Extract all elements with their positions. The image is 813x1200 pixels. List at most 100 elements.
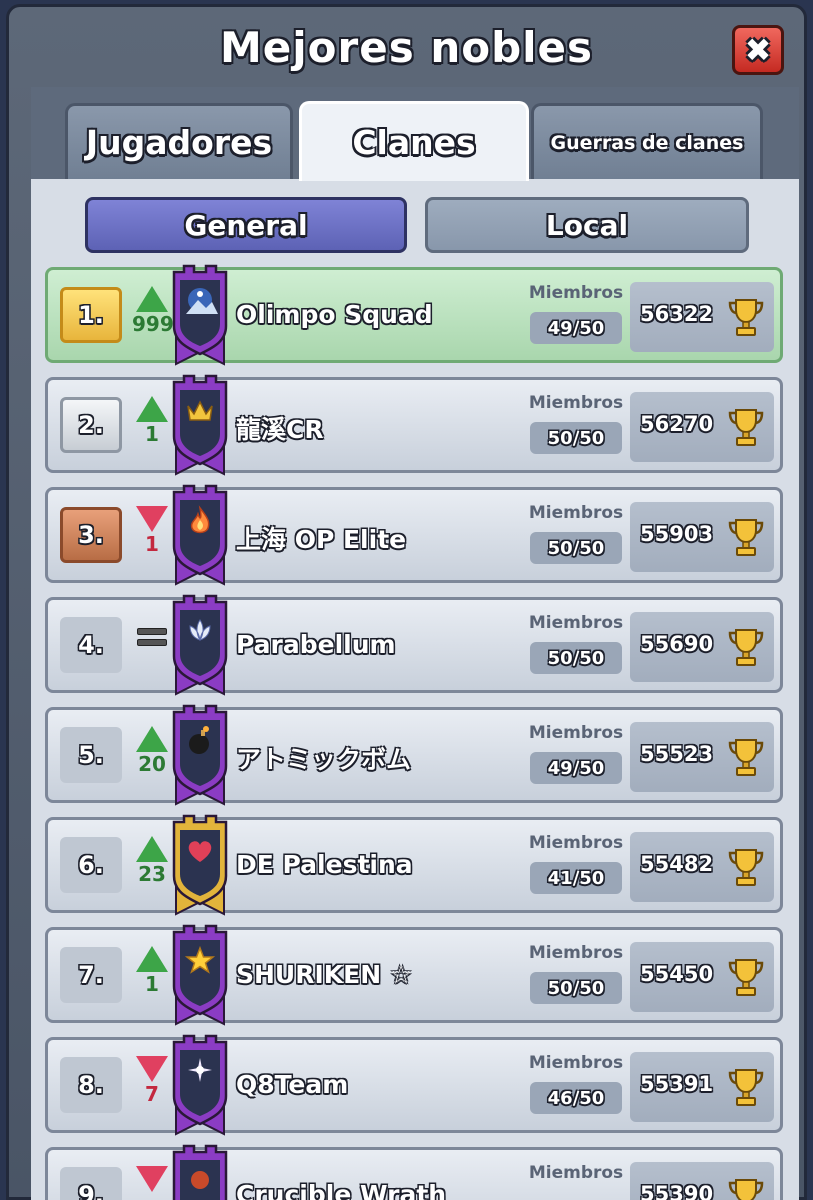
trophy-icon (726, 296, 766, 340)
trophy-box: 55391 (630, 1052, 774, 1122)
filter-general-button[interactable]: General (85, 197, 407, 253)
window-title: Mejores nobles (219, 23, 594, 72)
close-icon: ✖ (744, 31, 772, 69)
clan-name: Olimpo Squad (236, 300, 433, 329)
members-label: Miembros (528, 1053, 624, 1073)
members-count: 41/50 (530, 862, 622, 894)
trend-value: 1 (145, 422, 159, 446)
members-count: 50/50 (530, 532, 622, 564)
clan-name: DE Palestina (236, 850, 413, 879)
rank-badge: 4. (60, 617, 122, 673)
trend-up-icon (136, 836, 168, 862)
members-label: Miembros (528, 393, 624, 413)
trophy-count: 55690 (640, 632, 714, 656)
trophy-icon (726, 736, 766, 780)
trophy-box: 55903 (630, 502, 774, 572)
clan-badge-skull-icon (168, 1144, 232, 1200)
trophy-box: 55523 (630, 722, 774, 792)
trophy-box: 56322 (630, 282, 774, 352)
rank-trend (132, 616, 172, 650)
clan-row[interactable]: 1. 999 Olimpo Squad Miembros 49/50 56322 (45, 264, 783, 366)
leaderboard-panel: Jugadores Clanes Guerras de clanes Gener… (31, 87, 799, 1200)
trophy-box: 56270 (630, 392, 774, 462)
trend-up-icon (136, 726, 168, 752)
members-count: 50/50 (530, 422, 622, 454)
filter-local-button[interactable]: Local (425, 197, 749, 253)
rank-trend: 1 (132, 946, 172, 996)
trophy-icon (726, 516, 766, 560)
tab-label: Clanes (352, 123, 476, 162)
trophy-count: 55390 (640, 1182, 714, 1200)
rank-badge: 5. (60, 727, 122, 783)
clan-row[interactable]: 4. Parabellum Miembros 50/50 55690 (45, 594, 783, 696)
trend-down-icon (136, 1166, 168, 1192)
clan-badge-crown-icon (168, 374, 232, 478)
trophy-count: 55523 (640, 742, 714, 766)
trophy-count: 55903 (640, 522, 714, 546)
clan-row[interactable]: 9. Crucible Wrath Miembros 55390 (45, 1144, 783, 1200)
members-count: 49/50 (530, 752, 622, 784)
clan-row[interactable]: 6. 23 DE Palestina Miembros 41/50 55482 (45, 814, 783, 916)
trophy-count: 55391 (640, 1072, 714, 1096)
tab-label: Guerras de clanes (550, 131, 744, 154)
members-label: Miembros (528, 283, 624, 303)
trend-value: 7 (145, 1082, 159, 1106)
members-label: Miembros (528, 1163, 624, 1183)
trophy-icon (726, 626, 766, 670)
clan-badge-heart-icon (168, 814, 232, 918)
clan-badge-fire-icon (168, 484, 232, 588)
trophy-box: 55690 (630, 612, 774, 682)
members-count: 50/50 (530, 972, 622, 1004)
clan-row[interactable]: 7. 1 SHURIKEN ☆ Miembros 50/50 55450 (45, 924, 783, 1026)
trophy-count: 56322 (640, 302, 714, 326)
rank-trend (132, 1166, 172, 1192)
clan-name: Parabellum (236, 630, 396, 659)
trophy-box: 55482 (630, 832, 774, 902)
rank-trend: 1 (132, 506, 172, 556)
tab-jugadores[interactable]: Jugadores (65, 103, 293, 179)
clan-name: SHURIKEN ☆ (236, 960, 413, 989)
rank-trend: 23 (132, 836, 172, 886)
clan-name: Q8Team (236, 1070, 349, 1099)
tab-label: Jugadores (85, 123, 273, 162)
tab-guerras-de-clanes[interactable]: Guerras de clanes (531, 103, 763, 179)
rank-trend: 7 (132, 1056, 172, 1106)
tab-clanes[interactable]: Clanes (299, 101, 529, 181)
rank-badge: 8. (60, 1057, 122, 1113)
trophy-icon (726, 1066, 766, 1110)
trend-value: 23 (138, 862, 166, 886)
clan-row[interactable]: 8. 7 Q8Team Miembros 46/50 55391 (45, 1034, 783, 1136)
members-label: Miembros (528, 723, 624, 743)
rank-badge: 7. (60, 947, 122, 1003)
clan-badge-mountain-icon (168, 264, 232, 368)
members-label: Miembros (528, 943, 624, 963)
rank-badge: 2. (60, 397, 122, 453)
trophy-icon (726, 846, 766, 890)
trend-up-icon (136, 286, 168, 312)
trend-up-icon (136, 946, 168, 972)
trophy-icon (726, 406, 766, 450)
leaderboard-window: Mejores nobles ✖ Jugadores Clanes Guerra… (6, 4, 807, 1200)
filter-label: Local (545, 208, 629, 242)
clan-badge-star-icon (168, 924, 232, 1028)
clan-row[interactable]: 5. 20 アトミックボム Miembros 49/50 55523 (45, 704, 783, 806)
trend-down-icon (136, 1056, 168, 1082)
trend-value: 1 (145, 972, 159, 996)
rank-badge: 9. (60, 1167, 122, 1200)
clan-name: 龍溪CR (236, 415, 324, 444)
clan-name: アトミックボム (236, 745, 412, 774)
rank-trend: 20 (132, 726, 172, 776)
clan-row[interactable]: 3. 1 上海 OP Elite Miembros 50/50 55903 (45, 484, 783, 586)
rank-badge: 1. (60, 287, 122, 343)
trophy-box: 55390 (630, 1162, 774, 1200)
trend-up-icon (136, 396, 168, 422)
trend-down-icon (136, 506, 168, 532)
close-button[interactable]: ✖ (732, 25, 784, 75)
tab-bar: Jugadores Clanes Guerras de clanes (31, 87, 799, 181)
trend-value: 20 (138, 752, 166, 776)
clan-row[interactable]: 2. 1 龍溪CR Miembros 50/50 56270 (45, 374, 783, 476)
trophy-count: 56270 (640, 412, 714, 436)
clan-badge-lotus-icon (168, 594, 232, 698)
trophy-icon (726, 956, 766, 1000)
rank-badge: 6. (60, 837, 122, 893)
